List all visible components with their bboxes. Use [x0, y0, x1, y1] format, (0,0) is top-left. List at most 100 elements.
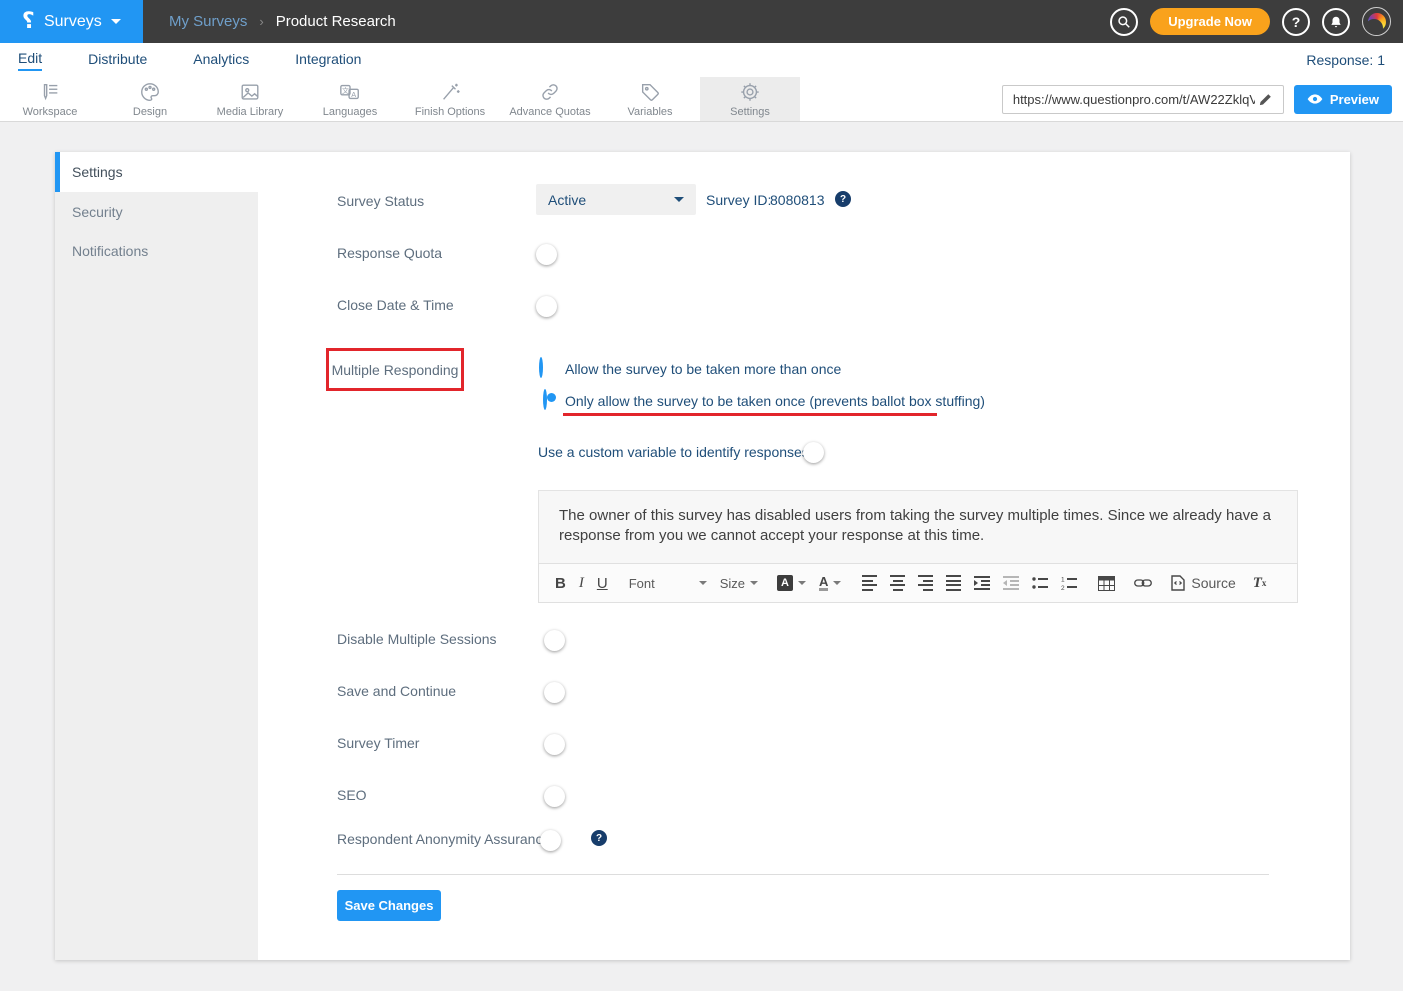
indent-increase-icon [974, 576, 990, 590]
disabled-message-text: The owner of this survey has disabled us… [559, 507, 1271, 544]
source-file-icon [1171, 575, 1185, 591]
settings-panel: Settings Security Notifications Survey S… [55, 152, 1350, 960]
ribbon-label: Variables [627, 106, 672, 118]
only-once-radio[interactable] [543, 389, 547, 410]
sidebar-item-settings[interactable]: Settings [55, 152, 258, 192]
ribbon-advance-quotas[interactable]: Advance Quotas [500, 77, 600, 121]
image-icon [238, 81, 262, 103]
notifications-button[interactable] [1322, 8, 1350, 36]
search-button[interactable] [1110, 8, 1138, 36]
response-count[interactable]: Response: 1 [1306, 52, 1385, 68]
user-avatar[interactable] [1362, 7, 1391, 36]
ribbon-workspace[interactable]: Workspace [0, 77, 100, 121]
breadcrumb: My Surveys › Product Research [169, 13, 396, 30]
justify-icon [946, 575, 961, 591]
ribbon-media-library[interactable]: Media Library [200, 77, 300, 121]
disabled-message-textarea[interactable]: The owner of this survey has disabled us… [538, 490, 1298, 563]
align-center-button[interactable] [890, 575, 905, 591]
nav-tab-integration[interactable]: Integration [295, 51, 361, 70]
sidebar-item-notifications[interactable]: Notifications [55, 231, 258, 270]
only-once-radio-label[interactable]: Only allow the survey to be taken once (… [565, 393, 985, 409]
chevron-down-icon [833, 581, 841, 585]
align-left-button[interactable] [862, 575, 877, 591]
ribbon-label: Settings [730, 106, 770, 118]
survey-url: https://www.questionpro.com/t/AW22ZklqV [1013, 92, 1255, 107]
underline-button[interactable]: U [597, 575, 608, 592]
disable-multiple-sessions-label: Disable Multiple Sessions [337, 631, 497, 647]
rich-text-toolbar: B I U Font Size A A [538, 563, 1298, 603]
custom-variable-label: Use a custom variable to identify respon… [538, 444, 809, 460]
insert-table-button[interactable] [1098, 576, 1115, 591]
ribbon-design[interactable]: Design [100, 77, 200, 121]
align-left-icon [862, 575, 877, 591]
indent-decrease-icon [1003, 576, 1019, 590]
survey-status-value: Active [548, 192, 674, 208]
sidebar-item-security[interactable]: Security [55, 192, 258, 231]
link-icon [1134, 577, 1152, 589]
align-center-icon [890, 575, 905, 591]
breadcrumb-separator-icon: › [259, 14, 263, 29]
justify-button[interactable] [946, 575, 961, 591]
app-name: Surveys [44, 13, 102, 31]
eye-icon [1307, 93, 1323, 105]
bold-button[interactable]: B [555, 575, 566, 592]
numbered-list-icon: 12 [1061, 576, 1077, 590]
insert-link-button[interactable] [1134, 577, 1152, 589]
primary-nav: Edit Distribute Analytics Integration Re… [0, 43, 1403, 77]
survey-id-help-icon[interactable]: ? [835, 191, 851, 207]
size-dropdown-label: Size [720, 576, 745, 591]
respondent-anonymity-help-icon[interactable]: ? [591, 830, 607, 846]
settings-sidebar: Settings Security Notifications [55, 152, 258, 960]
top-header: ? Surveys My Surveys › Product Research … [0, 0, 1403, 43]
upgrade-now-button[interactable]: Upgrade Now [1150, 8, 1270, 35]
align-right-button[interactable] [918, 575, 933, 591]
ribbon-right: https://www.questionpro.com/t/AW22ZklqV … [1002, 77, 1403, 121]
ribbon-label: Workspace [23, 106, 78, 118]
pencil-icon [1258, 92, 1273, 107]
bullet-list-button[interactable] [1032, 576, 1048, 590]
footer-divider [337, 874, 1269, 875]
ribbon-variables[interactable]: Variables [600, 77, 700, 121]
text-color-button[interactable]: A [819, 575, 841, 591]
svg-text:文: 文 [342, 85, 349, 94]
magic-wand-icon [438, 81, 462, 103]
decrease-indent-button[interactable] [1003, 576, 1019, 590]
background-color-button[interactable]: A [777, 575, 806, 591]
increase-indent-button[interactable] [974, 576, 990, 590]
search-icon [1117, 15, 1131, 29]
seo-label: SEO [337, 787, 367, 803]
edit-url-button[interactable] [1255, 88, 1277, 110]
size-dropdown[interactable]: Size [720, 576, 758, 591]
languages-icon: 文A [337, 81, 363, 103]
help-button[interactable]: ? [1282, 8, 1310, 36]
nav-tab-edit[interactable]: Edit [18, 50, 42, 71]
survey-timer-label: Survey Timer [337, 735, 419, 751]
palette-icon [138, 81, 162, 103]
nav-tab-distribute[interactable]: Distribute [88, 51, 147, 70]
allow-multiple-radio-label[interactable]: Allow the survey to be taken more than o… [565, 361, 841, 377]
ribbon-settings[interactable]: Settings [700, 77, 800, 121]
breadcrumb-my-surveys[interactable]: My Surveys [169, 13, 247, 30]
survey-status-select[interactable]: Active [536, 184, 696, 215]
svg-text:A: A [351, 90, 356, 99]
nav-tab-analytics[interactable]: Analytics [193, 51, 249, 70]
edit-toolbar: Workspace Design Media Library 文A Langua… [0, 77, 1403, 122]
survey-status-label: Survey Status [337, 193, 424, 209]
chain-links-icon [538, 81, 562, 103]
allow-multiple-radio[interactable] [539, 357, 543, 378]
ribbon-label: Design [133, 106, 167, 118]
multiple-responding-annotation-box: Multiple Responding [326, 348, 464, 391]
save-changes-button[interactable]: Save Changes [337, 890, 441, 921]
ribbon-languages[interactable]: 文A Languages [300, 77, 400, 121]
ribbon-finish-options[interactable]: Finish Options [400, 77, 500, 121]
font-dropdown[interactable]: Font [629, 576, 707, 591]
italic-button[interactable]: I [579, 575, 584, 592]
app-switcher[interactable]: ? Surveys [0, 0, 143, 43]
remove-format-button[interactable]: Tx [1253, 575, 1267, 592]
preview-label: Preview [1330, 92, 1379, 107]
survey-url-field[interactable]: https://www.questionpro.com/t/AW22ZklqV [1002, 85, 1284, 114]
source-button[interactable]: Source [1171, 575, 1235, 591]
numbered-list-button[interactable]: 12 [1061, 576, 1077, 590]
preview-button[interactable]: Preview [1294, 85, 1392, 114]
background-color-icon: A [777, 575, 793, 591]
